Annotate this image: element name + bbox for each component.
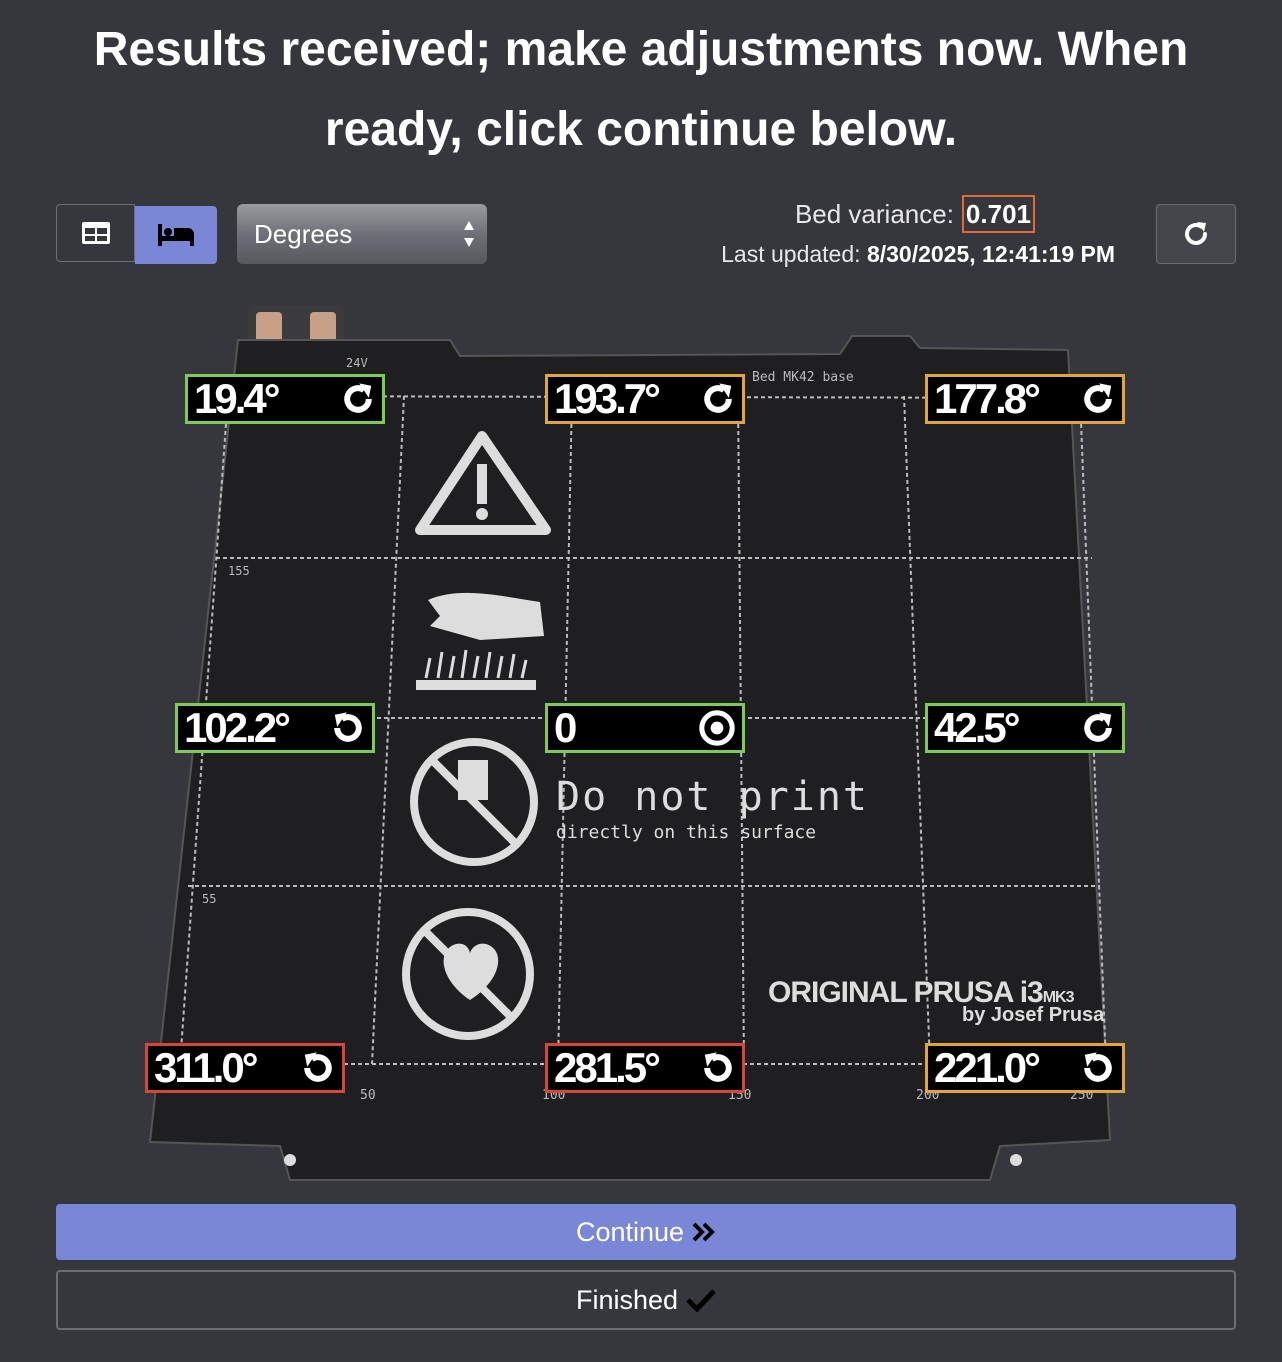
rotate-counterclockwise-icon <box>300 1050 336 1086</box>
bed-icon <box>158 224 194 246</box>
units-select[interactable]: Degrees <box>237 204 487 264</box>
heading-line-1: Results received; make adjustments now. … <box>93 23 1189 76</box>
variance-label: Bed variance: <box>794 199 954 229</box>
ruler-50: 50 <box>360 1088 376 1103</box>
page-heading: Results received; make adjustments now. … <box>0 10 1282 170</box>
point-value: 221.0° <box>934 1044 1041 1091</box>
updated-label: Last updated: <box>721 241 861 267</box>
print-warning-text: Do not print <box>556 774 869 820</box>
brand-subtext: by Josef Prusa <box>962 1004 1105 1026</box>
probe-point-bottom-left: 311.0° <box>145 1043 345 1093</box>
variance-value: 0.701 <box>961 195 1035 233</box>
print-warning-subtext: directly on this surface <box>556 822 817 843</box>
units-select-value: Degrees <box>254 218 353 249</box>
probe-point-bottom-right: 221.0° <box>925 1043 1125 1093</box>
finished-button[interactable]: Finished <box>56 1270 1236 1330</box>
updated-value: 8/30/2025, 12:41:19 PM <box>866 241 1115 267</box>
point-value: 0 <box>554 704 577 751</box>
probe-point-bottom-center: 281.5° <box>545 1043 745 1093</box>
probe-point-center: 0 <box>545 703 745 753</box>
continue-button[interactable]: Continue <box>56 1204 1236 1260</box>
rotate-counterclockwise-icon <box>1080 1050 1116 1086</box>
table-view-button[interactable] <box>56 204 135 262</box>
select-arrows-icon <box>464 221 474 247</box>
table-icon <box>81 222 110 244</box>
probe-point-top-center: 193.7° <box>545 374 745 424</box>
variance-info: Bed variance: 0.701 Last updated: 8/30/2… <box>620 194 1115 270</box>
view-toggle <box>56 204 217 264</box>
refresh-button[interactable] <box>1156 204 1236 264</box>
point-value: 19.4° <box>194 375 281 422</box>
point-value: 42.5° <box>934 704 1021 751</box>
finished-label: Finished <box>575 1284 679 1315</box>
rotate-counterclockwise-icon <box>330 710 366 746</box>
ruler-155: 155 <box>228 564 250 578</box>
probe-point-front-left-top: 19.4° <box>185 374 385 424</box>
point-value: 177.8° <box>934 375 1041 422</box>
rotate-clockwise-icon <box>1080 710 1116 746</box>
rotate-clockwise-icon <box>340 381 376 417</box>
continue-label: Continue <box>575 1216 685 1247</box>
probe-point-top-right: 177.8° <box>925 374 1125 424</box>
bed-view-button[interactable] <box>135 206 217 264</box>
rotate-clockwise-icon <box>700 381 736 417</box>
target-icon <box>698 709 736 747</box>
rotate-counterclockwise-icon <box>700 1050 736 1086</box>
point-value: 102.2° <box>184 704 291 751</box>
heading-line-2: ready, click continue below. <box>324 103 958 156</box>
voltage-text: 24V <box>346 356 368 370</box>
point-value: 281.5° <box>554 1044 661 1091</box>
rotate-clockwise-icon <box>1080 381 1116 417</box>
board-text: Bed MK42 base <box>752 370 854 385</box>
point-value: 193.7° <box>554 375 661 422</box>
ruler-55: 55 <box>202 892 217 906</box>
probe-point-middle-right: 42.5° <box>925 703 1125 753</box>
probe-point-middle-left: 102.2° <box>175 703 375 753</box>
checkmark-icon <box>686 1289 716 1312</box>
double-chevron-right-icon <box>692 1222 715 1242</box>
refresh-icon <box>1185 222 1207 245</box>
point-value: 311.0° <box>154 1044 259 1091</box>
